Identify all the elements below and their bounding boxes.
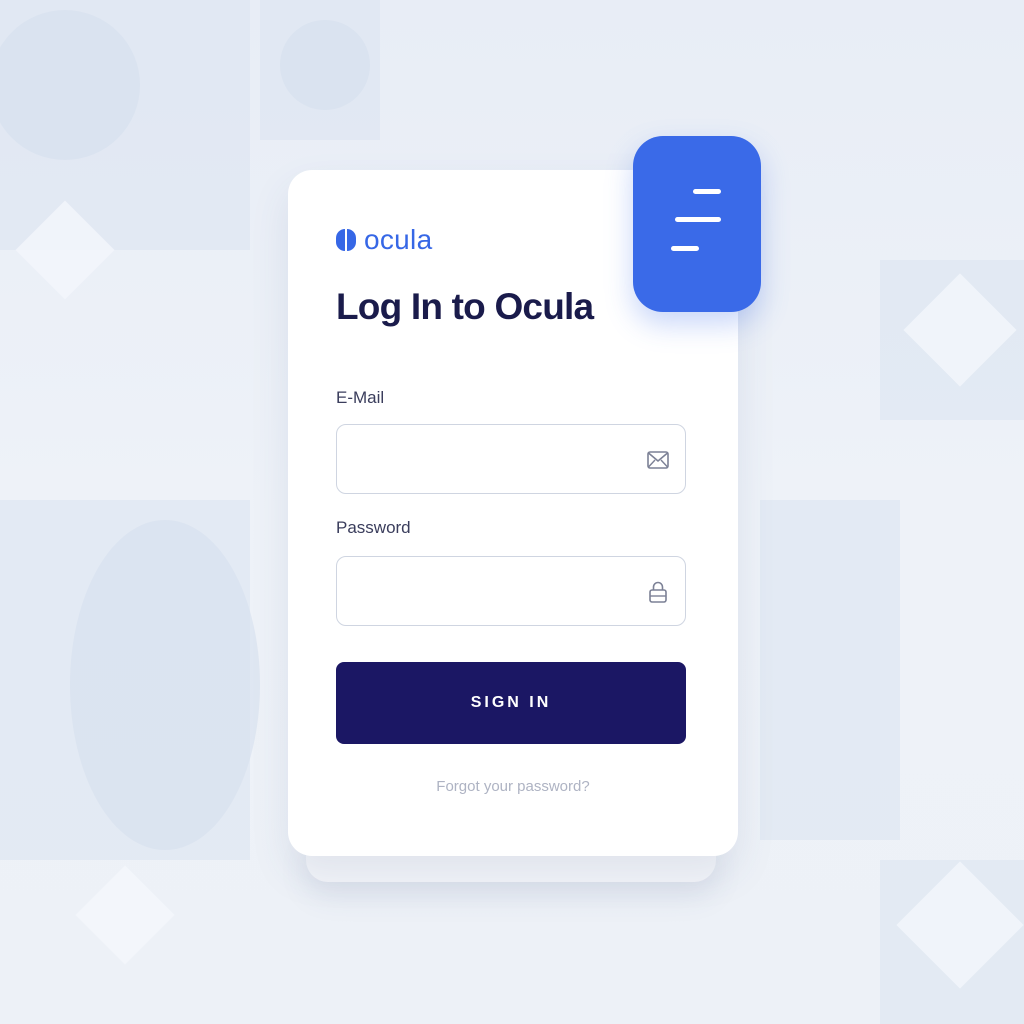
background-circle xyxy=(280,20,370,110)
brand-logo: ocula xyxy=(336,226,432,254)
mail-icon xyxy=(647,451,669,469)
email-input[interactable] xyxy=(353,425,627,495)
forgot-password-link[interactable]: Forgot your password? xyxy=(288,778,738,795)
page-title: Log In to Ocula xyxy=(336,286,594,327)
password-field-container xyxy=(336,556,686,627)
password-label: Password xyxy=(336,518,411,537)
background-diamond xyxy=(75,865,175,965)
ocula-logo-icon xyxy=(336,229,356,251)
email-label: E-Mail xyxy=(336,388,385,407)
menu-button[interactable] xyxy=(633,136,761,312)
email-field-container xyxy=(336,424,686,495)
sign-in-button[interactable]: SIGN IN xyxy=(336,662,686,744)
brand-name: ocula xyxy=(364,224,433,255)
lock-icon xyxy=(649,581,667,603)
background-circle xyxy=(70,520,260,850)
background-tile xyxy=(760,500,900,840)
password-input[interactable] xyxy=(353,557,627,627)
